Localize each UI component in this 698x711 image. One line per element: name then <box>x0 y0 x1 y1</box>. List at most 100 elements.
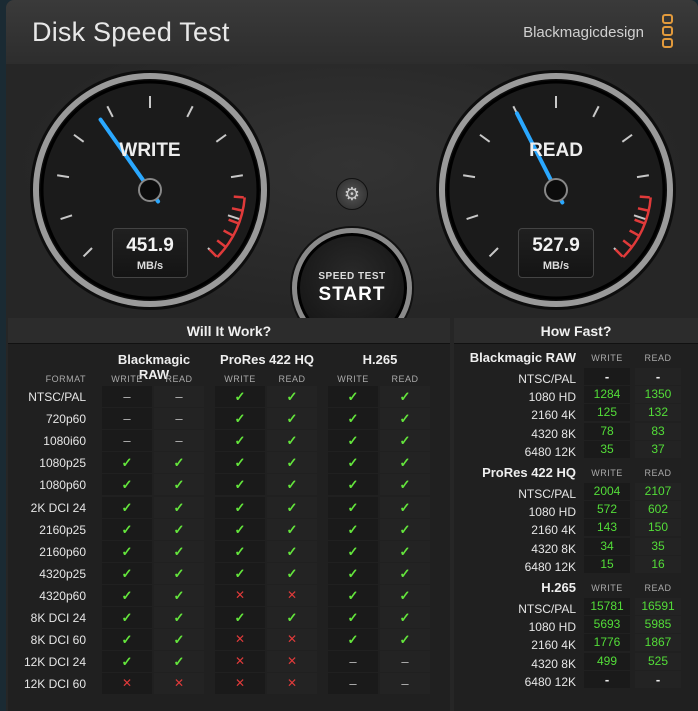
speed-value-cell: 35 <box>635 537 681 555</box>
speed-read-header: READ <box>644 583 672 593</box>
how-fast-panel: How Fast? Blackmagic RAW WRITE READ NTSC/PA… <box>454 318 698 711</box>
compat-cell: ✕ <box>267 651 317 673</box>
compat-cell: ✓ <box>267 496 317 518</box>
compat-cell: ✓ <box>154 651 204 673</box>
compat-cell: ✓ <box>267 474 317 496</box>
compat-cell: ✓ <box>328 474 378 496</box>
compat-cell: ✓ <box>154 629 204 651</box>
format-row-label: 8K DCI 24 <box>30 611 86 625</box>
speed-value-cell: 83 <box>635 422 681 440</box>
speed-format-label: NTSC/PAL <box>518 487 576 501</box>
compat-cell: ✓ <box>380 629 430 651</box>
column-sub-header: READ <box>391 374 419 384</box>
compat-cell: – <box>154 408 204 430</box>
compat-cell: ✓ <box>328 386 378 407</box>
speed-format-label: 4320 8K <box>531 426 576 441</box>
compat-cell: ✓ <box>267 386 317 407</box>
read-speed-unit: MB/s <box>542 260 570 272</box>
compat-cell: ✓ <box>102 562 152 584</box>
compat-cell: ✓ <box>215 386 265 407</box>
compat-cell: ✕ <box>154 673 204 695</box>
speed-value-cell: 34 <box>584 537 630 555</box>
compat-cell: – <box>380 651 430 673</box>
compat-cell: ✓ <box>154 452 204 474</box>
app-title: Disk Speed Test <box>32 17 230 47</box>
speed-value-cell: 2107 <box>635 483 681 500</box>
speed-value-cell: 602 <box>635 501 681 519</box>
compat-cell: ✓ <box>328 518 378 540</box>
compat-cell: ✓ <box>215 540 265 562</box>
compat-cell: ✓ <box>380 386 430 407</box>
compat-cell: ✕ <box>267 584 317 606</box>
write-gauge-redzone-tick <box>233 195 244 199</box>
speed-format-label: 2160 4K <box>531 408 576 423</box>
compat-cell: ✓ <box>215 607 265 628</box>
compat-cell: ✓ <box>215 430 265 452</box>
compat-cell: ✕ <box>215 584 265 606</box>
speed-value-cell: 37 <box>635 440 681 458</box>
speed-codec-header: H.265 <box>541 580 576 595</box>
speed-value-cell: 143 <box>584 519 630 537</box>
compat-cell: ✓ <box>380 518 430 540</box>
compat-cell: ✓ <box>102 584 152 606</box>
compat-cell: ✕ <box>215 673 265 695</box>
compat-cell: ✓ <box>328 540 378 562</box>
speed-value-cell: - <box>635 368 681 385</box>
speed-value-cell: - <box>584 670 630 688</box>
compat-cell: – <box>154 386 204 407</box>
column-sub-header: WRITE <box>337 374 369 384</box>
compat-cell: ✓ <box>154 584 204 606</box>
compat-cell: ✕ <box>102 673 152 695</box>
speed-write-header: WRITE <box>591 583 623 593</box>
compat-cell: – <box>102 386 152 407</box>
compat-cell: ✓ <box>154 562 204 584</box>
speed-value-cell: 2004 <box>584 483 630 500</box>
speed-value-cell: - <box>584 368 630 385</box>
speed-value-cell: 150 <box>635 519 681 537</box>
column-sub-header: READ <box>278 374 306 384</box>
read-speed-value: 527.9 <box>532 235 580 256</box>
column-sub-header: READ <box>165 374 193 384</box>
gauge-panel: WRITE 451.9 MB/s ⚙ SPEED TEST START READ… <box>6 64 698 348</box>
compat-cell: ✕ <box>267 673 317 695</box>
speed-format-label: 2160 4K <box>531 523 576 538</box>
settings-gear-icon[interactable]: ⚙ <box>336 178 368 210</box>
compat-cell: ✓ <box>267 408 317 430</box>
speed-codec-header: Blackmagic RAW <box>469 350 576 365</box>
compat-cell: ✓ <box>215 452 265 474</box>
speed-value-cell: 15781 <box>584 598 630 615</box>
compat-cell: ✕ <box>267 629 317 651</box>
speed-value-cell: 5985 <box>635 616 681 634</box>
will-it-work-heading: Will It Work? <box>8 318 450 344</box>
format-row-label: NTSC/PAL <box>28 390 86 404</box>
speed-format-label: 1080 HD <box>528 505 576 520</box>
codec-header: H.265 <box>362 352 398 367</box>
speed-read-header: READ <box>644 353 672 363</box>
speed-format-label: NTSC/PAL <box>518 372 576 386</box>
codec-header: ProRes 422 HQ <box>220 352 314 367</box>
compat-cell: ✓ <box>328 496 378 518</box>
format-row-label: 2160p25 <box>39 522 86 537</box>
compat-cell: ✓ <box>267 452 317 474</box>
compat-cell: ✓ <box>267 562 317 584</box>
format-row-label: 4320p25 <box>39 566 86 581</box>
compat-cell: – <box>154 430 204 452</box>
compat-cell: ✓ <box>380 562 430 584</box>
speed-value-cell: 1776 <box>584 634 630 652</box>
speed-codec-header: ProRes 422 HQ <box>482 465 576 480</box>
compat-cell: ✓ <box>328 629 378 651</box>
speed-format-label: 4320 8K <box>531 541 576 556</box>
speed-format-label: 6480 12K <box>524 674 576 689</box>
compat-cell: ✓ <box>215 496 265 518</box>
speed-format-label: 2160 4K <box>531 638 576 653</box>
format-row-label: 12K DCI 24 <box>23 655 86 670</box>
title-bar: Disk Speed Test Blackmagicdesign <box>6 0 698 64</box>
compat-cell: ✓ <box>380 496 430 518</box>
write-readout: 451.9 MB/s <box>112 228 188 278</box>
format-row-label: 4320p60 <box>39 588 86 603</box>
write-speed-unit: MB/s <box>136 260 164 272</box>
speed-format-label: 1080 HD <box>528 390 576 405</box>
speed-value-cell: 16 <box>635 555 681 573</box>
speed-value-cell: 1867 <box>635 634 681 652</box>
format-row-label: 1080i60 <box>43 434 86 449</box>
